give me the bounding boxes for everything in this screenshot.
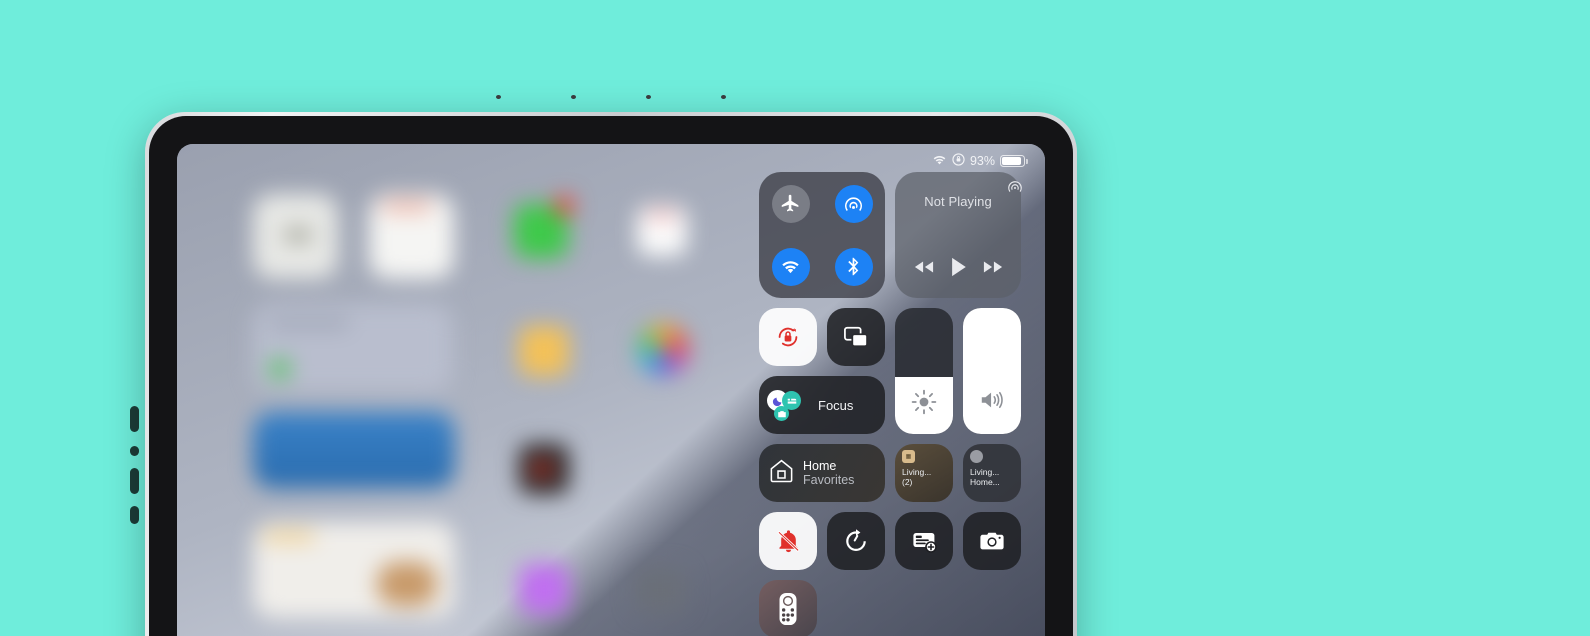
lamp-icon — [970, 450, 983, 463]
speaker-hole — [130, 506, 139, 524]
notes-icon — [519, 326, 569, 376]
rotation-lock-status-icon — [952, 153, 965, 169]
ipad-device: 93% Not Playing Focus Home Favorites ▦ L… — [130, 95, 1077, 636]
weather-widget — [253, 412, 455, 488]
drive-icon — [635, 440, 687, 492]
news-accent — [263, 532, 315, 541]
accessory-name: Living... — [970, 467, 1000, 477]
airplay-icon[interactable] — [1007, 178, 1023, 194]
battery-percent-label: 93% — [969, 154, 995, 168]
bluetooth-button[interactable] — [834, 247, 873, 286]
timer-button[interactable] — [827, 512, 885, 570]
front-camera-sensors — [461, 94, 761, 100]
volume-slider[interactable] — [963, 308, 1021, 434]
speaker-hole — [130, 406, 139, 432]
accessory-name: Living... — [902, 467, 932, 477]
podcasts-icon — [519, 564, 569, 614]
home-icon — [768, 457, 795, 489]
accessory-detail: Home... — [970, 477, 1000, 487]
speaker-hole — [130, 446, 139, 456]
work-icon — [774, 406, 789, 421]
connectivity-module — [759, 172, 885, 298]
rotation-lock-button[interactable] — [759, 308, 817, 366]
focus-icons — [767, 388, 809, 422]
home-subtitle: Favorites — [803, 473, 855, 487]
focus-button[interactable]: Focus — [759, 376, 885, 434]
clock-hands — [285, 229, 311, 241]
home-accessory-tile[interactable]: Living... Home... — [963, 444, 1021, 502]
now-playing-title: Not Playing — [924, 194, 992, 209]
fast-forward-icon[interactable] — [983, 260, 1003, 279]
news-thumb — [377, 562, 437, 606]
device-screen: 93% Not Playing Focus Home Favorites ▦ L… — [177, 144, 1045, 636]
messages-badge — [554, 196, 574, 216]
calendar-header — [382, 202, 432, 211]
volume-icon — [979, 387, 1005, 418]
rewind-icon[interactable] — [914, 260, 934, 279]
brightness-icon — [911, 389, 937, 420]
calendar-app-top — [647, 212, 677, 219]
files-icon — [635, 568, 685, 612]
wifi-icon — [932, 154, 947, 169]
reminders-item — [269, 358, 291, 380]
home-accessory-tile[interactable]: ▦ Living... (2) — [895, 444, 953, 502]
battery-icon — [1000, 155, 1028, 167]
home-module[interactable]: Home Favorites — [759, 444, 885, 502]
apple-tv-remote-button[interactable] — [759, 580, 817, 636]
now-playing-module: Not Playing — [895, 172, 1023, 298]
quick-note-button[interactable] — [895, 512, 953, 570]
accessory-detail: (2) — [902, 477, 913, 487]
music-glyph — [531, 460, 553, 478]
control-center: Not Playing Focus Home Favorites ▦ Livin… — [759, 172, 1031, 636]
wifi-button[interactable] — [771, 247, 810, 286]
camera-button[interactable] — [963, 512, 1021, 570]
airplane-mode-button[interactable] — [771, 184, 810, 223]
brightness-slider[interactable] — [895, 308, 953, 434]
speaker-hole — [130, 468, 139, 494]
home-title: Home — [803, 459, 837, 473]
status-bar: 93% — [932, 153, 1028, 169]
airdrop-button[interactable] — [834, 184, 873, 223]
home-labels: Home Favorites — [803, 459, 854, 487]
device-bezel: 93% Not Playing Focus Home Favorites ▦ L… — [130, 95, 1073, 636]
screen-mirroring-button[interactable] — [827, 308, 885, 366]
media-controls — [905, 257, 1011, 282]
silent-mode-button[interactable] — [759, 512, 817, 570]
reminders-line — [269, 320, 349, 327]
play-icon[interactable] — [950, 257, 967, 282]
scene-icon: ▦ — [902, 450, 915, 463]
focus-label: Focus — [818, 397, 854, 413]
photos-icon — [637, 324, 689, 376]
